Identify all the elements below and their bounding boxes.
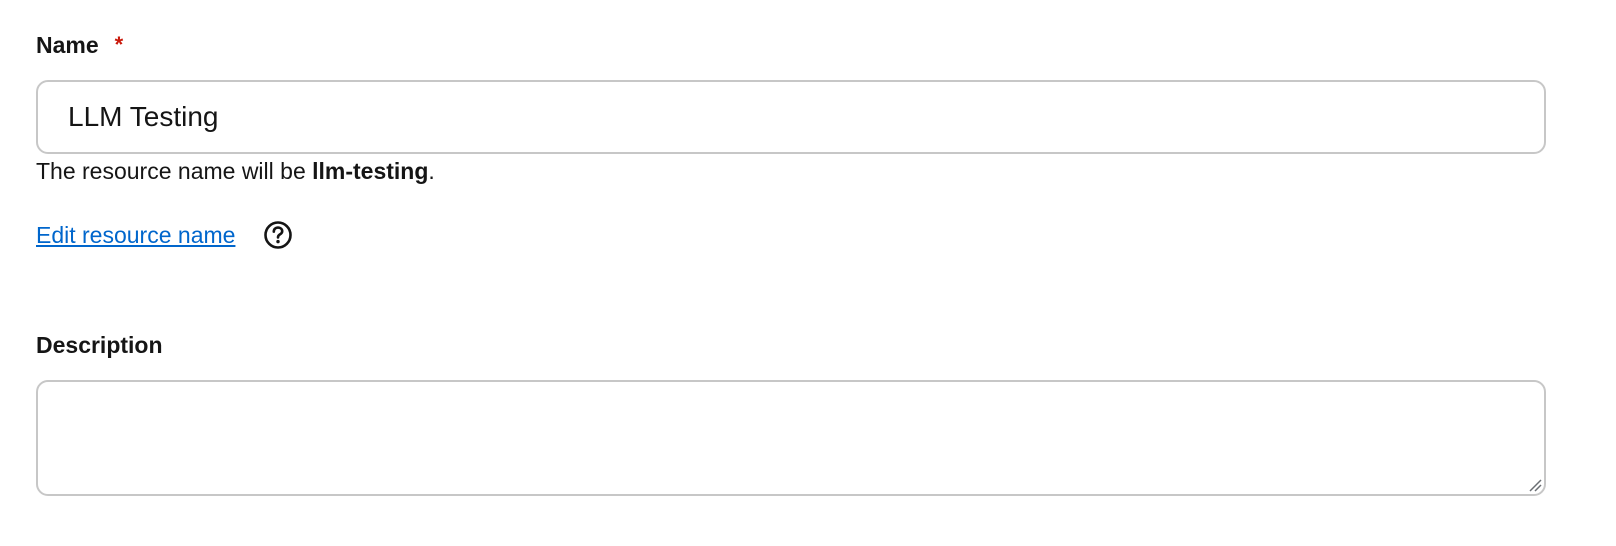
resource-name-value: llm-testing [312,158,429,184]
name-label: Name [36,31,99,58]
description-label: Description [36,331,163,358]
question-circle-icon[interactable] [263,220,293,250]
required-marker: * [114,32,124,57]
description-label-row: Description [36,330,163,360]
helper-suffix: . [428,158,435,184]
description-textarea[interactable] [36,380,1546,496]
helper-prefix: The resource name will be [36,158,313,184]
name-label-row: Name * [36,30,123,60]
resource-name-helper-text: The resource name will be llm-testing. [36,158,435,185]
edit-resource-name-row: Edit resource name [36,220,293,250]
name-input[interactable] [36,80,1546,154]
edit-resource-name-link[interactable]: Edit resource name [36,222,235,249]
resize-handle-icon[interactable] [1528,478,1542,492]
